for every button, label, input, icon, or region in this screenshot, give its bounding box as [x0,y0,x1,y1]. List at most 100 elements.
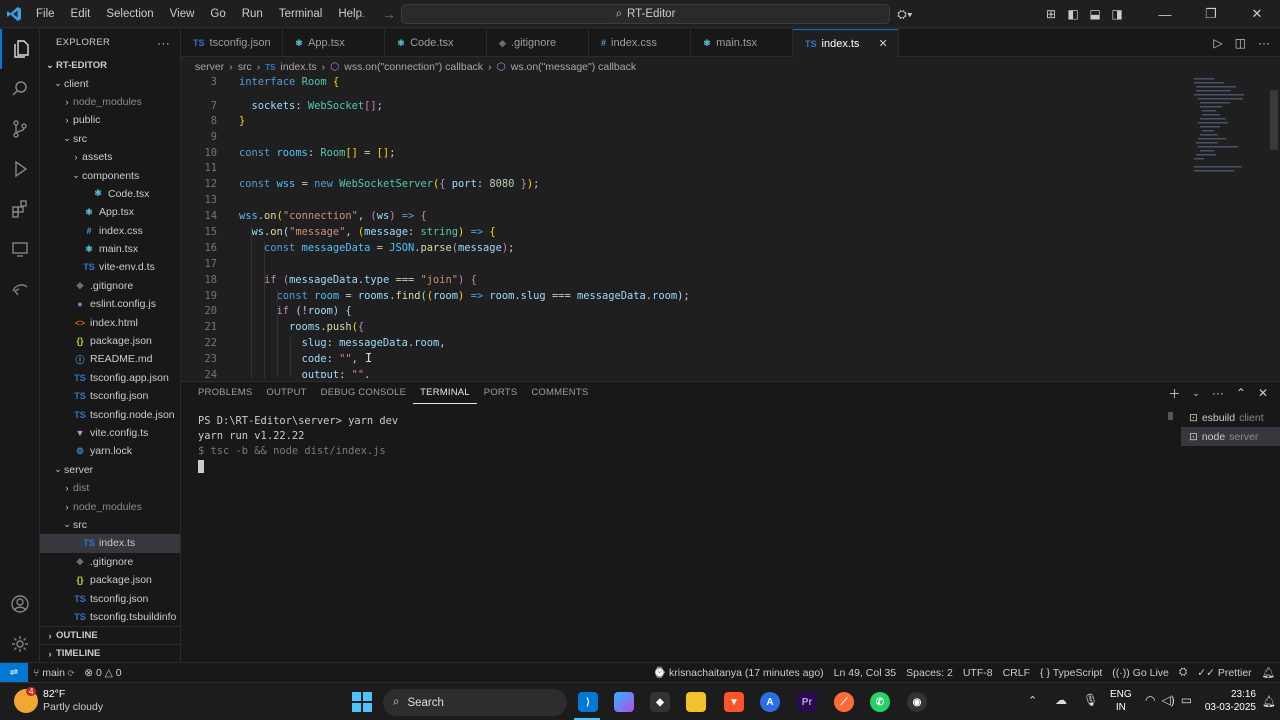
chrome-icon[interactable]: ◉ [907,692,927,712]
more-actions-icon[interactable]: ··· [1258,36,1270,50]
file-item[interactable]: TS tsconfig.app.json [40,369,180,387]
panel-tab-debug-console[interactable]: DEBUG CONSOLE [314,382,413,404]
timeline-section[interactable]: › TIMELINE [40,644,180,662]
code-line[interactable]: output: "", [239,369,371,378]
go-live-button[interactable]: ((·)) Go Live [1107,667,1174,679]
menu-go[interactable]: Go [202,0,233,28]
live-share-icon[interactable] [0,269,40,309]
terminal-instance[interactable]: ⊡ node server [1181,427,1280,446]
file-item[interactable]: TS tsconfig.node.json [40,405,180,423]
clock[interactable]: 23:16 03-03-2025 [1200,688,1256,714]
file-item[interactable]: ● eslint.config.js [40,295,180,313]
onedrive-icon[interactable]: ☁ [1055,693,1067,707]
code-line[interactable]: interface Room { [239,76,339,88]
workspace-root[interactable]: ⌄ RT-EDITOR [40,56,180,74]
folder-item[interactable]: › assets [40,148,180,166]
weather-widget[interactable]: 82°F Partly cloudy [43,688,103,714]
toggle-secondary-sidebar-icon[interactable]: ◨ [1106,7,1128,21]
notification-center-icon[interactable]: 🔔︎ [1262,695,1276,708]
code-line[interactable]: const room = rooms.find((room) => room.s… [239,290,690,302]
code-line[interactable]: code: "", [239,353,358,365]
file-item[interactable]: # index.css [40,222,180,240]
tab-app-tsx[interactable]: ⚛ App.tsx [283,29,385,57]
folder-item[interactable]: ⌄ server [40,461,180,479]
file-item[interactable]: ⚙ yarn.lock [40,442,180,460]
file-item[interactable]: ◆ .gitignore [40,553,180,571]
explorer-icon[interactable] [0,29,40,69]
minimap[interactable] [1192,76,1272,186]
close-tab-icon[interactable]: ✕ [878,37,887,50]
remote-indicator-icon[interactable]: ⇌ [0,662,28,683]
folder-item[interactable]: ⌄ client [40,74,180,92]
postman-icon[interactable]: ⟋ [834,692,854,712]
folder-item[interactable]: ⌄ components [40,166,180,184]
panel-tab-ports[interactable]: PORTS [477,382,525,404]
folder-item[interactable]: › public [40,111,180,129]
copilot-icon[interactable]: ⛭▾ [890,7,920,22]
tab-code-tsx[interactable]: ⚛ Code.tsx [385,29,487,57]
file-item[interactable]: TS tsconfig.tsbuildinfo [40,608,180,626]
folder-item[interactable]: ⌄ src [40,516,180,534]
toggle-sidebar-icon[interactable]: ◧ [1062,7,1084,21]
copilot-taskbar-icon[interactable] [614,692,634,712]
file-item[interactable]: <> index.html [40,313,180,331]
indentation[interactable]: Spaces: 2 [901,667,958,679]
file-item[interactable]: TS tsconfig.json [40,387,180,405]
breadcrumb-item[interactable]: wss.on("connection") callback [344,61,483,73]
notifications-icon[interactable]: 🔔︎ [1257,666,1280,679]
input-language[interactable]: ENG IN [1110,688,1132,714]
source-control-icon[interactable] [0,109,40,149]
split-editor-icon[interactable]: ◫ [1235,36,1246,50]
terminal-scrollbar[interactable] [1168,412,1173,420]
tab-index-css[interactable]: # index.css [589,29,691,57]
menu-terminal[interactable]: Terminal [271,0,330,28]
editor-scrollbar[interactable] [1270,90,1278,150]
file-item[interactable]: ⓘ README.md [40,350,180,368]
panel-tab-terminal[interactable]: TERMINAL [413,382,477,404]
code-line[interactable]: } [239,115,245,127]
brave-browser-icon[interactable]: ▼ [724,692,744,712]
panel-tab-output[interactable]: OUTPUT [259,382,313,404]
more-actions-icon[interactable]: ··· [1212,386,1224,400]
folder-item[interactable]: › dist [40,479,180,497]
close-window-button[interactable]: ✕ [1234,6,1280,22]
run-icon[interactable]: ▷ [1213,36,1222,50]
file-item[interactable]: TS vite-env.d.ts [40,258,180,276]
taskbar-search[interactable]: ⌕ Search [383,689,567,716]
file-item[interactable]: ◆ .gitignore [40,277,180,295]
outline-section[interactable]: › OUTLINE [40,626,180,644]
whatsapp-icon[interactable]: ✆ [870,692,890,712]
new-terminal-icon[interactable]: ＋ [1168,385,1180,402]
prettier-status[interactable]: ✓✓ Prettier [1192,667,1256,679]
breadcrumb-item[interactable]: index.ts [280,61,316,73]
copilot-status-icon[interactable]: ⛭ [1174,666,1192,679]
vscode-taskbar-icon[interactable]: ⟩ [578,692,598,712]
cursor-position[interactable]: Ln 49, Col 35 [829,667,901,679]
code-line[interactable]: const rooms: Room[] = []; [239,147,395,159]
code-editor[interactable]: 3 interface Room {7 sockets: WebSocket[];… [181,76,1280,378]
folder-item[interactable]: ⌄ src [40,130,180,148]
file-item[interactable]: ⚛ main.tsx [40,240,180,258]
problems-status[interactable]: ⊗ 0 △ 0 [79,667,126,679]
code-line[interactable]: sockets: WebSocket[]; [239,100,383,112]
code-line[interactable]: ws.on("message", (message: string) => { [239,226,496,238]
minimize-button[interactable]: — [1142,7,1188,22]
tab-index-ts[interactable]: TS index.ts ✕ [793,29,899,57]
maximize-panel-icon[interactable]: ⌃ [1236,386,1246,400]
file-item[interactable]: {} package.json [40,571,180,589]
file-item[interactable]: ⚛ Code.tsx [40,185,180,203]
file-item[interactable]: TS tsconfig.json [40,589,180,607]
remote-explorer-icon[interactable] [0,229,40,269]
menu-edit[interactable]: Edit [63,0,99,28]
app-store-icon[interactable]: A [760,692,780,712]
search-view-icon[interactable] [0,69,40,109]
file-explorer-icon[interactable] [686,692,706,712]
file-item[interactable]: ⚛ App.tsx [40,203,180,221]
tray-overflow-icon[interactable]: ⌃ [1028,694,1037,707]
folder-item[interactable]: › node_modules [40,93,180,111]
menu-file[interactable]: File [28,0,63,28]
terminal-instance[interactable]: ⊡ esbuild client [1181,408,1280,427]
menu-run[interactable]: Run [234,0,271,28]
maximize-button[interactable]: ❐ [1188,6,1234,22]
code-line[interactable]: const messageData = JSON.parse(message); [239,242,514,254]
